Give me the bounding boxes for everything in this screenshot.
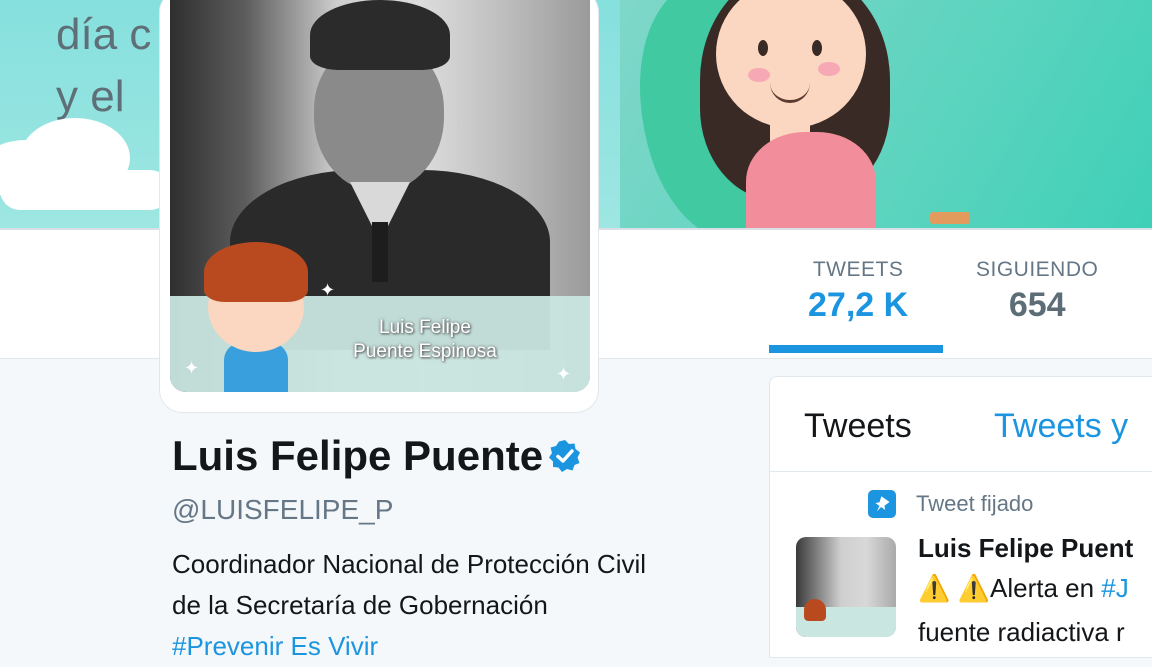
boy-illustration-hair bbox=[204, 242, 308, 302]
active-tab-underline bbox=[769, 345, 943, 353]
avatar-caption-line2: Puente Espinosa bbox=[353, 341, 497, 362]
photo-cap bbox=[310, 0, 450, 70]
timeline-tabs: Tweets Tweets y bbox=[770, 377, 1152, 472]
stat-tweets[interactable]: TWEETS 27,2 K bbox=[808, 258, 908, 325]
banner-text: día c y el bbox=[56, 4, 151, 128]
stat-tweets-value: 27,2 K bbox=[808, 286, 909, 324]
sparkle-icon: ✦ bbox=[184, 358, 200, 378]
tweet-text-line2: fuente radiactiva r bbox=[918, 617, 1125, 647]
girl-eye bbox=[758, 40, 768, 56]
tweet-text-line1: ⚠️ ⚠️Alerta en #J bbox=[918, 573, 1129, 604]
pencil-shape bbox=[930, 212, 970, 224]
pinned-tweet-indicator: Tweet fijado bbox=[868, 490, 1033, 518]
profile-bio: Coordinador Nacional de Protección Civil… bbox=[172, 544, 732, 667]
bio-hashtag[interactable]: #Prevenir Es Vivir bbox=[172, 626, 732, 667]
warning-icon: ⚠️ ⚠️ bbox=[918, 573, 990, 603]
banner-text-line1: día c bbox=[56, 10, 152, 59]
photo-tie bbox=[372, 222, 388, 282]
stat-tweets-label: TWEETS bbox=[812, 258, 904, 281]
profile-handle[interactable]: @LUISFELIPE_P bbox=[172, 494, 732, 526]
tweet-avatar-boy bbox=[804, 599, 826, 621]
profile-avatar[interactable]: Luis Felipe Puente Espinosa ✦ ✦ ✦ bbox=[160, 0, 598, 412]
tweet-author-avatar[interactable] bbox=[796, 537, 896, 637]
tab-tweets[interactable]: Tweets bbox=[804, 407, 912, 446]
bio-line1: Coordinador Nacional de Protección Civil bbox=[172, 549, 647, 579]
avatar-caption: Luis Felipe Puente Espinosa bbox=[340, 316, 510, 364]
girl-eye bbox=[812, 40, 822, 56]
tweet-hashtag-link[interactable]: #J bbox=[1101, 573, 1128, 603]
pin-icon bbox=[868, 490, 896, 518]
tweet-text-segment: Alerta en bbox=[989, 573, 1102, 603]
girl-illustration-body bbox=[746, 132, 876, 228]
timeline-panel: Tweets Tweets y Tweet fijado Luis Felipe… bbox=[769, 376, 1152, 658]
cloud-shape bbox=[0, 170, 170, 210]
sparkle-icon: ✦ bbox=[320, 280, 336, 300]
stat-following-label: SIGUIENDO bbox=[976, 258, 1099, 281]
bio-line2: de la Secretaría de Gobernación bbox=[172, 590, 548, 620]
verified-badge-icon bbox=[549, 440, 581, 472]
profile-name-row: Luis Felipe Puente bbox=[172, 432, 732, 480]
pinned-label: Tweet fijado bbox=[916, 491, 1034, 516]
sparkle-icon: ✦ bbox=[556, 364, 572, 384]
girl-cheek bbox=[818, 62, 840, 76]
profile-name: Luis Felipe Puente bbox=[172, 432, 544, 479]
girl-cheek bbox=[748, 68, 770, 82]
avatar-caption-line1: Luis Felipe bbox=[379, 317, 471, 338]
stat-following-value: 654 bbox=[1008, 286, 1066, 324]
stat-following[interactable]: SIGUIENDO 654 bbox=[976, 258, 1098, 325]
avatar-photo: Luis Felipe Puente Espinosa ✦ ✦ ✦ bbox=[170, 0, 590, 392]
tweet-author-name[interactable]: Luis Felipe Puent bbox=[918, 533, 1133, 564]
profile-info: Luis Felipe Puente @LUISFELIPE_P Coordin… bbox=[172, 432, 732, 667]
tab-tweets-and-replies[interactable]: Tweets y bbox=[994, 407, 1128, 446]
